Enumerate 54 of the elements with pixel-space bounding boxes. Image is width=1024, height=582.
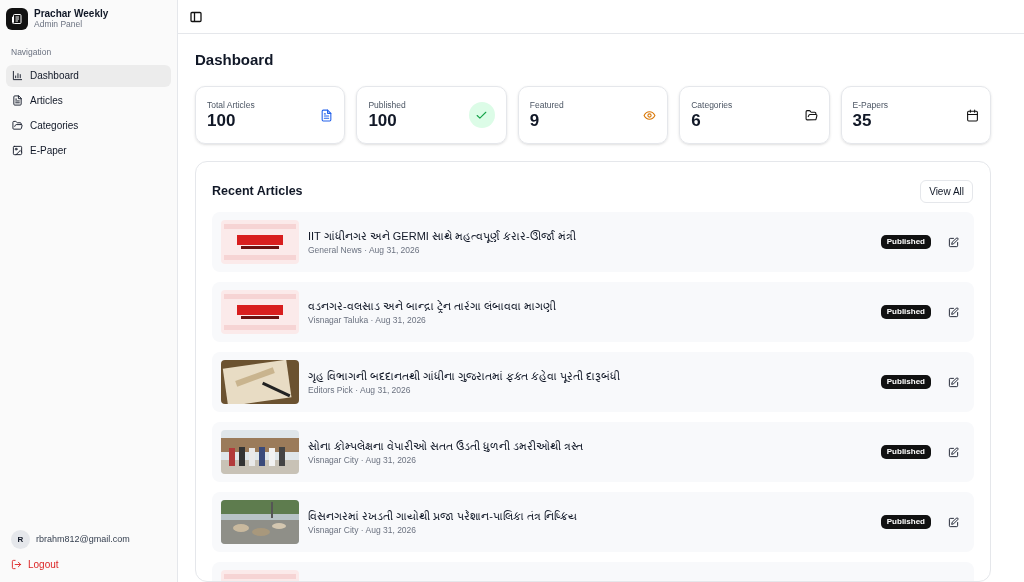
folder-icon <box>804 108 818 122</box>
brand-logo-icon <box>6 8 28 30</box>
stat-label: Categories <box>691 98 733 112</box>
stat-label: Featured <box>529 98 564 112</box>
stat-value: 6 <box>691 111 702 132</box>
page-title: Dashboard <box>195 50 275 70</box>
edit-icon[interactable] <box>948 236 959 248</box>
document-icon <box>12 95 23 107</box>
view-all-button[interactable]: View All <box>920 180 973 203</box>
article-meta: Visnagar Taluka · Aug 31, 2026 <box>308 313 427 326</box>
nav-heading: Navigation <box>10 46 53 59</box>
check-icon <box>468 102 495 128</box>
article-title: IIT ગાંધીનગર અને GERMI સાથે મહત્વપૂર્ણ કરાર-ઊર્જા મંત્રી <box>308 228 577 244</box>
calendar-icon <box>966 108 979 122</box>
status-badge: Published <box>880 375 931 389</box>
stat-label: Published <box>368 98 406 112</box>
image-icon <box>12 145 23 157</box>
stat-value: 100 <box>207 111 237 132</box>
brand-title: Prachar Weekly <box>34 8 109 19</box>
stat-value: 35 <box>852 111 873 132</box>
folder-icon <box>12 120 23 132</box>
nav-item[interactable]: E-Paper <box>6 139 171 162</box>
edit-icon[interactable] <box>948 306 959 318</box>
article-meta: Visnagar City · Aug 31, 2026 <box>308 453 418 466</box>
article-meta: Visnagar City · Aug 31, 2026 <box>308 523 418 536</box>
brand-subtitle: Admin Panel <box>34 19 83 30</box>
bar-chart-icon <box>12 70 23 82</box>
user-avatar: R <box>11 530 30 549</box>
document-icon <box>320 108 334 122</box>
status-badge: Published <box>880 305 931 319</box>
article-title: વડનગર-વલસાડ અને બાન્દ્રા ટ્રેન તારંગા લંબાવવા માગણી <box>308 298 557 314</box>
stat-label: E-Papers <box>852 98 889 112</box>
stat-value: 100 <box>368 111 398 132</box>
status-badge: Published <box>880 515 931 529</box>
nav-item[interactable]: Categories <box>6 114 171 137</box>
article-meta: General News · Aug 31, 2026 <box>308 243 421 256</box>
edit-icon[interactable] <box>948 516 959 528</box>
nav-item[interactable]: Articles <box>6 89 171 112</box>
article-title: ગૃહ વિભાગની બદદાનતથી ગાંધીના ગુજરાતમાં ફક્ત કહેવા પૂરતી દારૂબંધી <box>308 368 622 384</box>
status-badge: Published <box>880 235 931 249</box>
nav-item[interactable]: Dashboard <box>6 64 171 87</box>
article-meta: Editors Pick · Aug 31, 2026 <box>308 383 412 396</box>
edit-icon[interactable] <box>948 446 959 458</box>
eye-icon <box>643 108 657 122</box>
article-title: સોના કોમ્પલેક્ષના વેપારીઓ સતત ઉડતી ધુળની ડમરીઓથી ત્રસ્ત <box>308 438 585 454</box>
section-title: Recent Articles <box>212 183 303 201</box>
stat-value: 9 <box>529 111 541 132</box>
stat-label: Total Articles <box>207 98 255 112</box>
logout-button[interactable]: Logout <box>0 557 177 572</box>
status-badge: Published <box>880 445 931 459</box>
edit-icon[interactable] <box>948 376 959 388</box>
article-title: વિસનગરમાં રખડતી ગાયોથી પ્રજા પરેશાન-પાલિકા તંત્ર નિષ્ક્રિય <box>308 508 578 524</box>
user-email: rbrahm812@gmail.com <box>36 532 130 546</box>
logout-icon <box>11 559 22 570</box>
